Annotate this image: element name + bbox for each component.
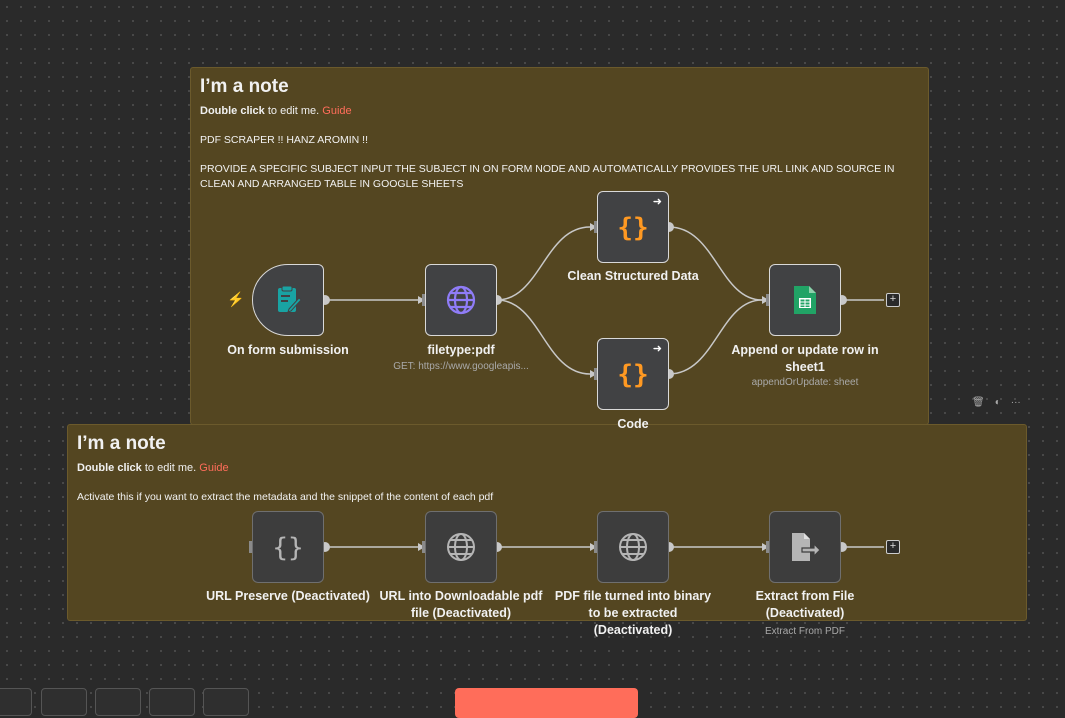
zoom-in-button[interactable] [41, 688, 87, 716]
node-label: URL Preserve (Deactivated) [206, 589, 370, 603]
node-label: Code [617, 417, 649, 431]
globe-icon [619, 533, 647, 561]
extract-file-icon [792, 533, 821, 561]
svg-text:{}: {} [617, 360, 648, 390]
google-sheets-icon [794, 286, 816, 314]
node-label: Clean Structured Data [567, 269, 699, 283]
wire-clean-to-sheets [668, 226, 763, 301]
node-code[interactable]: ➜ {} [597, 338, 669, 410]
code-braces-icon: {} [617, 360, 648, 390]
test-workflow-button[interactable] [455, 688, 638, 718]
node-clean-structured-data[interactable]: ➜ {} [597, 191, 669, 263]
node-label: On form submission [227, 343, 349, 357]
node-label: filetype:pdf [427, 343, 495, 357]
code-braces-icon: {} [272, 533, 303, 563]
globe-icon [447, 533, 475, 561]
node-subtitle: Extract From PDF [764, 626, 845, 637]
node-pdf-to-binary[interactable] [597, 511, 669, 583]
code-braces-icon: {} [617, 213, 648, 243]
node-label: PDF file turned into binary to be extrac… [554, 589, 712, 637]
node-subtitle: appendOrUpdate: sheet [751, 377, 859, 388]
node-subtitle: GET: https://www.googleapis... [393, 361, 529, 372]
reset-zoom-button[interactable] [149, 688, 195, 716]
svg-text:{}: {} [617, 213, 648, 243]
arrow-right-icon: ➜ [652, 343, 662, 355]
wire-filetype-to-clean [496, 226, 591, 301]
node-url-into-downloadable[interactable] [425, 511, 497, 583]
node-url-preserve[interactable]: {} [252, 511, 324, 583]
node-label: Append or update row in sheet1 [731, 343, 879, 374]
node-extract-from-file[interactable] [769, 511, 841, 583]
arrow-right-icon: ➜ [652, 196, 662, 208]
zoom-out-button[interactable] [95, 688, 141, 716]
add-node-button[interactable]: + [886, 540, 900, 554]
form-icon [278, 285, 302, 313]
add-node-button[interactable]: + [886, 293, 900, 307]
node-label: Extract from File (Deactivated) [755, 589, 855, 620]
node-append-or-update-row[interactable] [769, 264, 841, 336]
zoom-to-fit-button[interactable] [0, 688, 32, 716]
trigger-bolt-icon: ⚡ [227, 291, 245, 307]
node-filetype-pdf[interactable] [425, 264, 497, 336]
tidy-up-button[interactable] [203, 688, 249, 716]
node-label: URL into Downloadable pdf file (Deactiva… [379, 589, 543, 620]
globe-icon [446, 285, 476, 315]
node-on-form-submission[interactable] [252, 264, 324, 336]
svg-text:{}: {} [272, 533, 303, 563]
